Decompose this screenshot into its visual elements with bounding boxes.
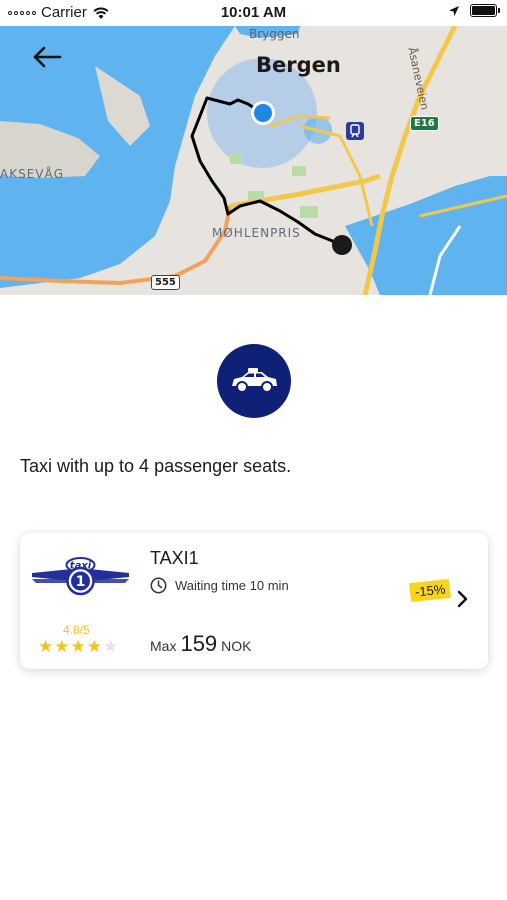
status-bar: Carrier 10:01 AM bbox=[0, 0, 507, 26]
road-shield-e16: E16 bbox=[410, 116, 439, 131]
waiting-time-label: Waiting time 10 min bbox=[175, 578, 289, 593]
price-currency: NOK bbox=[221, 638, 252, 654]
company-name: TAXI1 bbox=[150, 548, 199, 568]
star-filled-icon: ★ bbox=[86, 637, 102, 656]
waiting-time: Waiting time 10 min bbox=[150, 577, 289, 594]
route-map[interactable]: Bryggen Bergen MØHLENPRIS AKSEVÅG Åsanev… bbox=[0, 26, 507, 295]
discount-badge: -15% bbox=[409, 578, 452, 603]
map-label-bryggen: Bryggen bbox=[249, 27, 300, 41]
star-filled-icon: ★ bbox=[38, 637, 54, 656]
taxi1-logo: taxi 1 bbox=[32, 553, 129, 599]
clock-icon bbox=[150, 577, 167, 594]
logo-text: taxi bbox=[70, 561, 92, 572]
road-shield-555: 555 bbox=[151, 275, 180, 290]
star-rating: ★ ★ ★ ★ ★ bbox=[38, 637, 118, 657]
taxi-offer-card[interactable]: taxi 1 4.8/5 ★ ★ ★ ★ ★ TAXI1 Waiting time 10… bbox=[20, 533, 488, 669]
vehicle-type-badge bbox=[217, 344, 291, 418]
map-label-laksevag: AKSEVÅG bbox=[0, 167, 64, 181]
star-empty-icon: ★ bbox=[103, 637, 119, 656]
taxi-car-icon bbox=[232, 368, 277, 393]
battery-icon bbox=[470, 4, 500, 17]
price-prefix: Max bbox=[150, 638, 177, 654]
price: Max 159 NOK bbox=[150, 631, 252, 657]
rating-text: 4.8/5 bbox=[63, 623, 90, 637]
star-filled-icon: ★ bbox=[70, 637, 86, 656]
location-arrow-icon bbox=[449, 5, 459, 16]
back-arrow-icon bbox=[33, 46, 62, 68]
back-button[interactable] bbox=[32, 46, 72, 82]
train-station-icon bbox=[346, 122, 364, 140]
vehicle-description: Taxi with up to 4 passenger seats. bbox=[20, 456, 292, 476]
map-label-mohlenpris: MØHLENPRIS bbox=[212, 226, 301, 240]
star-filled-icon: ★ bbox=[54, 637, 70, 656]
map-canvas bbox=[0, 26, 507, 295]
map-label-bergen: Bergen bbox=[256, 53, 341, 77]
chevron-right-icon bbox=[457, 590, 468, 608]
price-amount: 159 bbox=[180, 631, 218, 656]
logo-number: 1 bbox=[76, 574, 86, 590]
status-right bbox=[448, 4, 500, 17]
status-time: 10:01 AM bbox=[220, 4, 287, 21]
